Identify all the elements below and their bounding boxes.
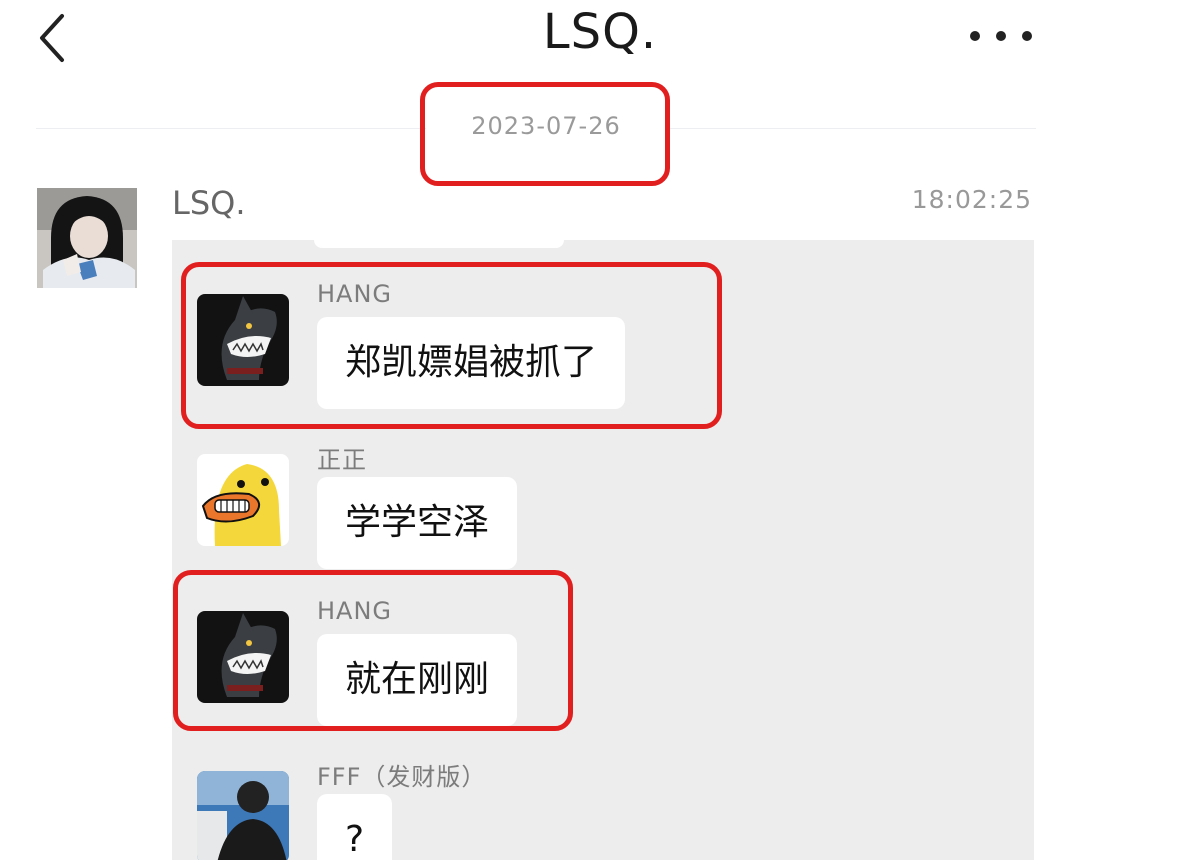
more-dot-icon — [970, 31, 980, 41]
chat-history-item: FFF（发财版） ? — [172, 757, 1034, 860]
history-sender-name: FFF（发财版） — [317, 763, 487, 791]
more-dot-icon — [996, 31, 1006, 41]
history-message-bubble: ? — [317, 794, 393, 860]
photo-avatar-icon — [197, 771, 289, 860]
message-timestamp: 18:02:25 — [911, 185, 1032, 214]
duck-avatar — [197, 454, 289, 546]
more-options-button[interactable] — [970, 16, 1032, 56]
sender-name: LSQ. — [172, 184, 246, 222]
history-sender-name: 正正 — [317, 446, 367, 474]
sender-avatar[interactable] — [37, 188, 137, 288]
message-highlight-box — [181, 262, 722, 429]
chat-history-item: 正正 学学空泽 — [172, 440, 1034, 580]
previous-bubble-peek — [314, 240, 564, 248]
girl-avatar-icon — [37, 188, 137, 288]
date-highlight-box — [420, 82, 670, 186]
history-message-bubble: 学学空泽 — [317, 477, 518, 569]
duck-avatar-icon — [197, 454, 289, 546]
more-dot-icon — [1022, 31, 1032, 41]
photo-avatar — [197, 771, 289, 860]
message-highlight-box — [173, 570, 573, 731]
